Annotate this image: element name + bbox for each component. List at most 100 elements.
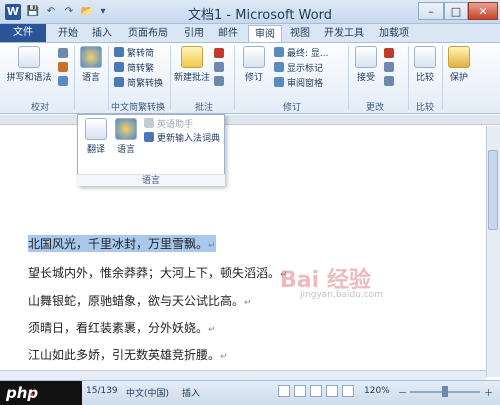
language-status[interactable]: 中文(中国) [126, 386, 169, 399]
accept-check-icon [355, 46, 377, 68]
tab-addins[interactable]: 加载项 [374, 25, 414, 42]
zoom-level[interactable]: 120% [364, 386, 390, 396]
conversion-button[interactable]: 简繁转换 [114, 77, 163, 90]
english-assistant-button[interactable]: 英语助手 [144, 118, 193, 131]
web-layout-view-icon[interactable] [310, 385, 322, 397]
changes-group-label: 更改 [365, 103, 384, 113]
document-line-text: 须晴日，看红装素裹，分外妖娆。 [28, 321, 209, 335]
next-comment-icon[interactable] [214, 76, 227, 89]
new-comment-button[interactable]: 新建批注 [172, 46, 212, 83]
final-show-markup-dropdown[interactable]: 最终: 显... [274, 47, 328, 60]
review-pane-dropdown[interactable]: 审阅窗格 [274, 77, 323, 90]
document-line[interactable]: 须晴日，看红装素裹，分外妖娆。↵ [28, 319, 216, 336]
separator [74, 46, 75, 110]
update-ime-dictionary-button[interactable]: 更新输入法词典 [144, 132, 220, 145]
previous-change-icon[interactable] [384, 62, 397, 75]
compare-label: 比较 [415, 73, 434, 83]
word-app-icon[interactable]: W [5, 4, 21, 20]
page-count[interactable]: 15/139 [86, 386, 118, 396]
protect-label: 保护 [449, 73, 468, 83]
redo-icon[interactable]: ↷ [62, 5, 76, 19]
close-button[interactable]: ✕ [468, 2, 498, 20]
spelling-abc-icon [18, 46, 40, 68]
tab-review[interactable]: 审阅 [248, 25, 282, 42]
research-small-icon[interactable] [58, 48, 71, 61]
spelling-grammar-button[interactable]: 拼写和语法 [4, 46, 54, 83]
tab-page-layout[interactable]: 页面布局 [122, 25, 174, 42]
document-line[interactable]: 望长城内外，惟余莽莽；大河上下，顿失滔滔。↵ [28, 264, 288, 281]
simp-to-trad-icon [114, 62, 124, 72]
show-markup-label: 显示标记 [287, 64, 324, 74]
conversion-label: 简繁转换 [127, 79, 164, 89]
open-folder-icon[interactable]: 📂 [80, 5, 94, 19]
separator [348, 46, 349, 110]
minimize-button[interactable]: – [418, 2, 444, 20]
paragraph-mark: ↵ [208, 325, 216, 335]
tab-references[interactable]: 引用 [180, 25, 208, 42]
previous-comment-icon[interactable] [214, 62, 227, 75]
lock-icon [448, 46, 470, 68]
popup-group-label: 语言 [77, 174, 225, 186]
trad-to-simp-icon [114, 47, 124, 57]
vertical-scroll-thumb[interactable] [488, 150, 498, 230]
tab-insert[interactable]: 插入 [88, 25, 116, 42]
compare-group-label: 比较 [415, 103, 434, 113]
show-markup-dropdown[interactable]: 显示标记 [274, 62, 323, 75]
horizontal-ruler[interactable] [0, 115, 500, 125]
draft-view-icon[interactable] [342, 385, 354, 397]
insert-mode[interactable]: 插入 [182, 386, 200, 399]
track-changes-icon [243, 46, 265, 68]
language-button[interactable]: 语言 [78, 46, 104, 83]
review-pane-label: 审阅窗格 [287, 79, 324, 89]
save-icon[interactable]: 💾 [26, 5, 40, 19]
document-line[interactable]: 山舞银蛇，原驰蜡象，欲与天公试比高。↵ [28, 292, 252, 309]
translate-icon [85, 118, 107, 140]
chinese-conversion-group-label: 中文简繁转换 [110, 103, 165, 113]
zoom-out-button[interactable]: － [398, 386, 407, 399]
track-changes-label: 修订 [244, 73, 263, 83]
language-popup-label: 语言 [116, 145, 135, 155]
outline-view-icon[interactable] [326, 385, 338, 397]
print-layout-view-icon[interactable] [278, 385, 290, 397]
delete-comment-icon[interactable] [214, 48, 227, 61]
globe-icon [80, 46, 102, 68]
next-change-icon[interactable] [384, 76, 397, 89]
word-count-small-icon[interactable] [58, 76, 71, 89]
horizontal-scrollbar[interactable] [0, 370, 486, 380]
tab-developer[interactable]: 开发工具 [320, 25, 368, 42]
translate-button[interactable]: 翻译 [82, 118, 110, 155]
language-label: 语言 [81, 73, 100, 83]
zoom-in-button[interactable]: ＋ [484, 386, 493, 399]
tab-view[interactable]: 视图 [286, 25, 314, 42]
paragraph-mark: ↵ [244, 298, 252, 308]
compare-button[interactable]: 比较 [412, 46, 438, 83]
translate-label: 翻译 [86, 145, 105, 155]
comments-group-label: 批注 [194, 103, 213, 113]
simp-to-trad-button[interactable]: 简转繁 [114, 62, 154, 75]
undo-icon[interactable]: ↶ [44, 5, 58, 19]
tab-home[interactable]: 开始 [54, 25, 82, 42]
tab-file[interactable]: 文件 [0, 24, 46, 42]
update-ime-label: 更新输入法词典 [157, 134, 221, 144]
protect-button[interactable]: 保护 [446, 46, 472, 83]
language-popup-button[interactable]: 语言 [112, 118, 140, 155]
document-line[interactable]: 江山如此多娇，引无数英雄竞折腰。↵ [28, 346, 228, 363]
qat-more-icon[interactable]: ▾ [96, 5, 110, 19]
compare-docs-icon [414, 46, 436, 68]
document-line[interactable]: 北国风光，千里冰封，万里雪飘。↵ [28, 235, 216, 252]
watermark-url: jingyan.baidu.com [300, 290, 384, 300]
paragraph-mark: ↵ [208, 241, 216, 251]
maximize-button[interactable]: □ [444, 2, 468, 20]
tab-mailings[interactable]: 邮件 [214, 25, 242, 42]
spelling-grammar-label: 拼写和语法 [6, 73, 52, 83]
zoom-slider-thumb[interactable] [442, 386, 448, 397]
accept-button[interactable]: 接受 [352, 46, 380, 83]
full-screen-view-icon[interactable] [294, 385, 306, 397]
document-line-text: 山舞银蛇，原驰蜡象，欲与天公试比高。 [28, 294, 245, 308]
english-assistant-icon [144, 118, 154, 128]
track-changes-button[interactable]: 修订 [238, 46, 270, 83]
thesaurus-small-icon[interactable] [58, 62, 71, 75]
reject-icon[interactable] [384, 48, 397, 61]
document-line-text: 望长城内外，惟余莽莽；大河上下，顿失滔滔。 [28, 266, 281, 280]
trad-to-simp-button[interactable]: 繁转简 [114, 47, 154, 60]
